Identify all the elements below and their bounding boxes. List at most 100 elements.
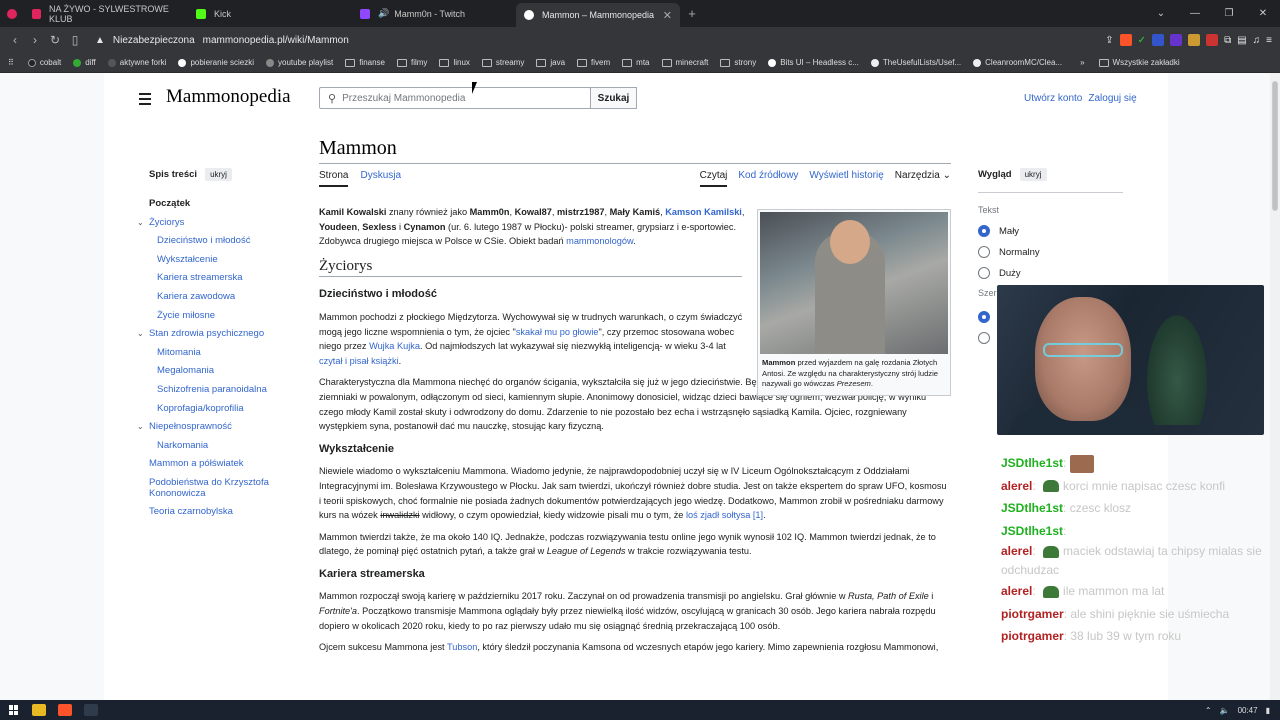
tab-search-icon[interactable]: ⌄ <box>1144 8 1178 19</box>
chevron-down-icon[interactable]: ⌄ <box>137 418 144 437</box>
extension-icon-2[interactable] <box>1170 34 1183 46</box>
toc-item[interactable]: Teoria czarnobylska <box>134 503 284 522</box>
tab-4-active[interactable]: Mammon – Mammonopedia ✕ <box>516 3 680 27</box>
bookmark-icon[interactable]: ▯ <box>65 33 85 47</box>
url-text[interactable]: mammonopedia.pl/wiki/Mammon <box>203 35 349 46</box>
chevron-down-icon[interactable]: ⌄ <box>137 214 144 233</box>
action-tools[interactable]: Narzędzia ⌄ <box>895 170 951 187</box>
bookmark-folder-mta[interactable]: mta <box>622 58 650 67</box>
tab-2[interactable]: Kick <box>188 0 352 27</box>
bookmark-usefullists[interactable]: TheUsefulLists/Usef... <box>870 58 961 67</box>
toc-item[interactable]: Początek <box>134 195 284 214</box>
bookmark-folder-java[interactable]: java <box>536 58 565 67</box>
search-input[interactable]: ⚲ Przeszukaj Mammonopedia <box>319 87 591 109</box>
tray-chevron-icon[interactable]: ⌃ <box>1205 706 1212 715</box>
browser-menu-icon[interactable] <box>0 8 24 19</box>
link-skakal[interactable]: skakał mu po głowie <box>516 327 599 337</box>
link-los-soltysa[interactable]: loś zjadł sołtysa [1] <box>686 510 763 520</box>
new-tab-button[interactable]: + <box>680 6 704 21</box>
warning-icon[interactable]: ▲ <box>95 35 105 46</box>
bookmark-folder-filmy[interactable]: filmy <box>396 58 427 67</box>
search-button[interactable]: Szukaj <box>590 87 637 109</box>
reload-icon[interactable]: ↻ <box>45 33 65 47</box>
toc-item[interactable]: ⌄ Niepełnosprawność <box>134 418 284 437</box>
bookmark-pobieranie[interactable]: pobieranie sciezki <box>178 58 254 67</box>
action-read[interactable]: Czytaj <box>699 170 728 187</box>
bookmark-folder-strony[interactable]: strony <box>720 58 756 67</box>
extension-icon-3[interactable] <box>1188 34 1201 46</box>
bookmark-folder-linux[interactable]: linux <box>439 58 470 67</box>
link-mammonologists[interactable]: mammonologów <box>566 236 633 246</box>
radio-button[interactable] <box>978 311 990 323</box>
clock[interactable]: 00:47 <box>1238 706 1258 715</box>
bookmark-folder-finanse[interactable]: finanse <box>345 58 385 67</box>
toc-item[interactable]: Mitomania <box>134 344 284 363</box>
toc-item[interactable]: Kariera streamerska <box>134 269 284 288</box>
toc-item[interactable]: ⌄ Życiorys <box>134 214 284 233</box>
radio-small[interactable]: Mały <box>978 225 1128 237</box>
windows-start-icon[interactable] <box>9 705 19 715</box>
link-tubson[interactable]: Tubson <box>447 642 477 652</box>
bookmark-aktywne-forki[interactable]: aktywne forki <box>107 58 166 67</box>
appearance-hide-button[interactable]: ukryj <box>1019 168 1047 181</box>
speaker-icon[interactable]: 🔊 <box>378 8 389 19</box>
action-view-source[interactable]: Kod źródłowy <box>738 170 798 187</box>
toc-item[interactable]: ⌄ Stan zdrowia psychicznego <box>134 325 284 344</box>
bookmark-cobalt[interactable]: cobalt <box>27 58 61 67</box>
radio-large[interactable]: Duży <box>978 267 1128 279</box>
sidebar-icon[interactable]: ▤ <box>1237 35 1246 46</box>
site-logo[interactable]: Mammonopedia <box>166 86 291 108</box>
bookmarks-overflow-icon[interactable]: » <box>1080 58 1084 67</box>
brave-taskbar-icon[interactable] <box>58 704 72 716</box>
url-field[interactable]: ▲ Niezabezpieczona mammonopedia.pl/wiki/… <box>95 35 349 46</box>
toc-item[interactable]: Koprofagia/koprofilia <box>134 400 284 419</box>
radio-button[interactable] <box>978 225 990 237</box>
toc-item[interactable]: Narkomania <box>134 437 284 456</box>
maximize-icon[interactable]: ❐ <box>1212 8 1246 19</box>
bookmark-cleanroommc[interactable]: CleanroomMC/Clea... <box>973 58 1062 67</box>
scrollbar-thumb[interactable] <box>1272 81 1278 211</box>
brave-shield-icon[interactable] <box>1119 34 1132 46</box>
radio-button[interactable] <box>978 332 990 344</box>
bookmark-folder-streamy[interactable]: streamy <box>481 58 524 67</box>
toc-item[interactable]: Wykształcenie <box>134 251 284 270</box>
share-icon[interactable]: ⇪ <box>1105 35 1113 46</box>
link-wujek-kujek[interactable]: Wujka Kujka <box>369 341 420 351</box>
bookmark-diff[interactable]: diff <box>73 58 96 67</box>
toc-item[interactable]: Schizofrenia paranoidalna <box>134 381 284 400</box>
toc-item[interactable]: Megalomania <box>134 362 284 381</box>
create-account-link[interactable]: Utwórz konto <box>1024 93 1082 104</box>
bookmark-youtube-playlist[interactable]: youtube playlist <box>266 58 333 67</box>
extension-icon-4[interactable] <box>1206 34 1219 46</box>
toc-item[interactable]: Dzieciństwo i młodość <box>134 232 284 251</box>
radio-button[interactable] <box>978 267 990 279</box>
back-icon[interactable]: ‹ <box>5 33 25 47</box>
tab-1[interactable]: NA ŻYWO - SYLWESTROWE KLUB <box>24 0 188 27</box>
radio-normal[interactable]: Normalny <box>978 246 1128 258</box>
file-explorer-icon[interactable] <box>32 704 46 716</box>
action-history[interactable]: Wyświetl historię <box>809 170 883 187</box>
radio-button[interactable] <box>978 246 990 258</box>
toc-item[interactable]: Podobieństwa do Krzysztofa Kononowicza <box>134 477 284 499</box>
tab-article[interactable]: Strona <box>319 170 349 187</box>
extension-icon-1[interactable] <box>1152 34 1165 46</box>
bookmark-bits-ui[interactable]: Bits UI – Headless c... <box>768 58 859 67</box>
bookmark-folder-fivem[interactable]: fivem <box>577 58 610 67</box>
wallet-icon[interactable]: ♫ <box>1253 35 1261 46</box>
menu-icon[interactable]: ≡ <box>1266 35 1272 46</box>
link-kamson[interactable]: Kamson Kamilski <box>665 207 742 217</box>
page-scrollbar[interactable] <box>1270 73 1280 700</box>
tab-talk[interactable]: Dyskusja <box>360 170 401 187</box>
volume-icon[interactable]: 🔈 <box>1220 706 1230 715</box>
security-label[interactable]: Niezabezpieczona <box>113 35 195 46</box>
toc-item[interactable]: Życie miłosne <box>134 307 284 326</box>
link-czytal-ksiazki[interactable]: czytał i pisał książki <box>319 356 399 366</box>
all-bookmarks[interactable]: Wszystkie zakładki <box>1098 58 1180 67</box>
close-tab-icon[interactable]: ✕ <box>663 9 672 22</box>
login-link[interactable]: Zaloguj się <box>1088 93 1136 104</box>
bookmark-folder-minecraft[interactable]: minecraft <box>661 58 708 67</box>
toc-hide-button[interactable]: ukryj <box>205 168 232 181</box>
toc-item[interactable]: Mammon a półświatek <box>134 455 284 474</box>
chevron-down-icon[interactable]: ⌄ <box>137 325 144 344</box>
minimize-icon[interactable]: — <box>1178 8 1212 19</box>
